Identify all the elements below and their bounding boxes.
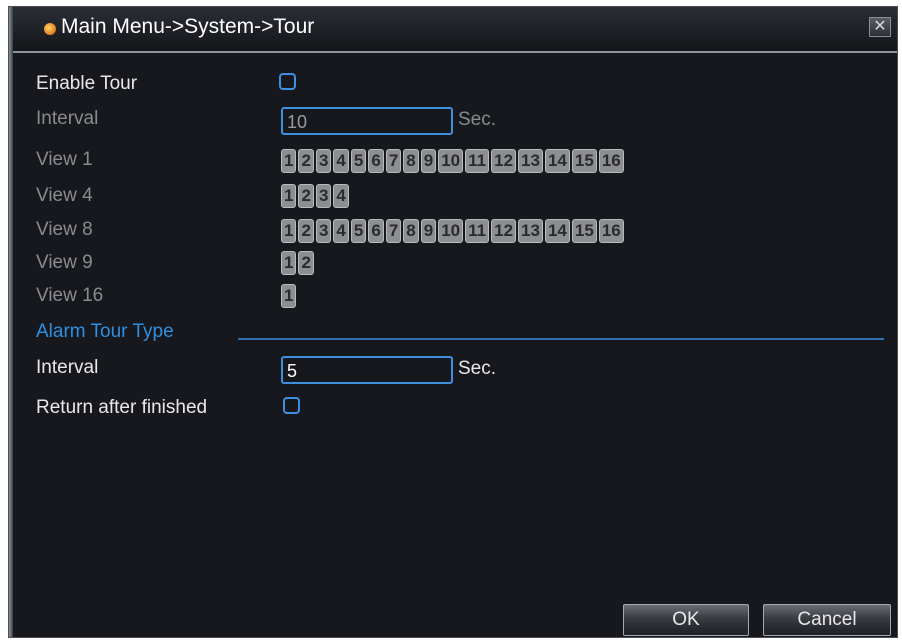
channel-button[interactable]: 1 <box>281 284 297 308</box>
alarm-interval-label: Interval <box>36 357 99 378</box>
channel-button[interactable]: 7 <box>385 219 402 243</box>
interval-label: Interval <box>36 108 99 129</box>
view-9-channels: 12 <box>281 251 314 275</box>
channel-button[interactable]: 13 <box>518 219 543 243</box>
channel-button[interactable]: 9 <box>420 149 437 173</box>
channel-button[interactable]: 7 <box>385 149 402 173</box>
channel-button[interactable]: 15 <box>571 219 597 243</box>
channel-button[interactable]: 3 <box>315 219 332 243</box>
cancel-button[interactable]: Cancel <box>763 604 891 636</box>
alarm-interval-input[interactable]: 5 <box>281 356 453 384</box>
channel-button[interactable]: 10 <box>438 219 464 243</box>
channel-button[interactable]: 6 <box>368 149 384 173</box>
channel-button[interactable]: 11 <box>465 219 490 243</box>
channel-button[interactable]: 14 <box>544 219 570 243</box>
channel-button[interactable]: 8 <box>403 149 419 173</box>
channel-button[interactable]: 4 <box>333 149 349 173</box>
view-16-channels: 1 <box>281 284 297 308</box>
channel-button[interactable]: 2 <box>298 251 314 275</box>
channel-button[interactable]: 16 <box>598 149 624 173</box>
interval-unit: Sec. <box>458 109 497 130</box>
channel-button[interactable]: 15 <box>571 149 597 173</box>
window-edge <box>9 7 13 637</box>
return-after-finished-checkbox[interactable] <box>283 397 300 414</box>
view-1-channels: 1 2 3 4 5 6 7 8 9 10 11 12 13 14 15 16 <box>281 149 624 173</box>
view-4-channels: 1234 <box>281 184 349 208</box>
channel-button[interactable]: 11 <box>465 149 490 173</box>
view-8-channels: 1 2 3 4 5 6 7 8 9 10 11 12 13 14 15 16 <box>281 219 624 243</box>
channel-button[interactable]: 5 <box>350 219 367 243</box>
view-1-label: View 1 <box>36 149 93 170</box>
channel-button[interactable]: 16 <box>598 219 624 243</box>
channel-button[interactable]: 12 <box>491 219 517 243</box>
title-bullet-icon <box>44 23 56 35</box>
alarm-tour-section-title: Alarm Tour Type <box>36 321 174 342</box>
enable-tour-checkbox[interactable] <box>279 73 296 90</box>
channel-button[interactable]: 14 <box>544 149 570 173</box>
view-9-label: View 9 <box>36 252 93 273</box>
enable-tour-label: Enable Tour <box>36 73 138 94</box>
channel-button[interactable]: 2 <box>298 149 314 173</box>
close-button[interactable]: ✕ <box>869 17 891 37</box>
channel-button[interactable]: 3 <box>315 184 332 208</box>
channel-button[interactable]: 5 <box>350 149 367 173</box>
section-divider <box>238 338 884 340</box>
alarm-interval-unit: Sec. <box>458 358 497 379</box>
view-4-label: View 4 <box>36 185 93 206</box>
interval-input[interactable]: 10 <box>281 107 453 135</box>
channel-button[interactable]: 3 <box>315 149 332 173</box>
channel-button[interactable]: 1 <box>281 219 297 243</box>
ok-button[interactable]: OK <box>623 604 749 636</box>
channel-button[interactable]: 9 <box>420 219 437 243</box>
title-bar: Main Menu->System->Tour ✕ <box>13 7 897 53</box>
channel-button[interactable]: 2 <box>298 219 314 243</box>
channel-button[interactable]: 12 <box>491 149 517 173</box>
channel-button[interactable]: 13 <box>518 149 543 173</box>
channel-button[interactable]: 6 <box>368 219 384 243</box>
return-after-finished-label: Return after finished <box>36 397 208 418</box>
channel-button[interactable]: 8 <box>403 219 419 243</box>
tour-settings-window: Main Menu->System->Tour ✕ Enable Tour In… <box>8 6 898 638</box>
view-8-label: View 8 <box>36 219 93 240</box>
channel-button[interactable]: 2 <box>298 184 314 208</box>
channel-button[interactable]: 1 <box>281 251 297 275</box>
channel-button[interactable]: 4 <box>333 184 349 208</box>
view-16-label: View 16 <box>36 285 104 306</box>
channel-button[interactable]: 1 <box>281 149 297 173</box>
channel-button[interactable]: 4 <box>333 219 349 243</box>
window-title: Main Menu->System->Tour <box>61 15 315 38</box>
channel-button[interactable]: 1 <box>281 184 297 208</box>
channel-button[interactable]: 10 <box>438 149 464 173</box>
